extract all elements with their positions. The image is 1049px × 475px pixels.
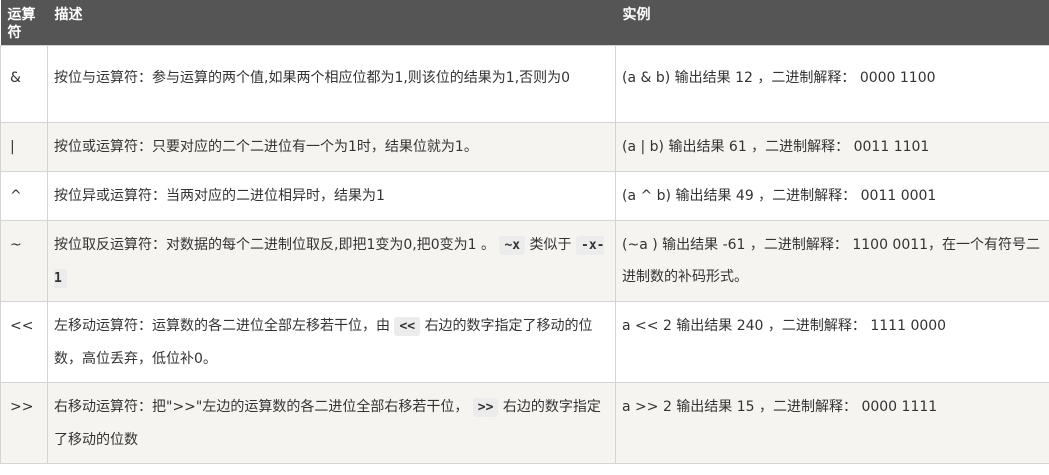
- table-row: | 按位或运算符：只要对应的二个二进位有一个为1时，结果位就为1。 (a | b…: [0, 121, 1049, 172]
- header-description: 描述: [54, 7, 83, 23]
- header-example: 实例: [622, 7, 651, 23]
- example-cell: (a ^ b) 输出结果 49 ，二进制解释： 0011 0001: [615, 170, 1049, 221]
- description-cell: 按位与运算符：参与运算的两个值,如果两个相应位都为1,则该位的结果为1,否则为0: [47, 44, 616, 123]
- example-cell: (a | b) 输出结果 61 ，二进制解释： 0011 1101: [615, 121, 1049, 172]
- example-cell: a >> 2 输出结果 15 ，二进制解释： 0000 1111: [615, 381, 1049, 464]
- bitwise-operators-table: 运算符 描述 实例 & 按位与运算符：参与运算的两个值,如果两个相应位都为1,则…: [0, 0, 1049, 464]
- description-text: 类似于: [529, 236, 572, 253]
- description-cell: 右移动运算符：把">>"左边的运算数的各二进位全部右移若干位， >> 右边的数字…: [47, 381, 616, 464]
- header-operator: 运算符: [7, 7, 36, 41]
- table-header: 运算符 描述 实例: [0, 0, 1049, 45]
- table-row: << 左移动运算符：运算数的各二进位全部左移若干位，由 << 右边的数字指定了移…: [0, 300, 1049, 383]
- inline-code: >>: [472, 397, 499, 417]
- inline-code: <<: [394, 316, 421, 336]
- description-text: 按位取反运算符：对数据的每个二进制位取反,即把1变为0,把0变为1 。: [54, 236, 495, 253]
- description-cell: 按位异或运算符：当两对应的二进位相异时，结果为1: [47, 170, 616, 221]
- example-cell: a << 2 输出结果 240 ，二进制解释： 1111 0000: [615, 300, 1049, 383]
- description-cell: 按位或运算符：只要对应的二个二进位有一个为1时，结果位就为1。: [47, 121, 616, 172]
- inline-code: ~x: [499, 235, 526, 255]
- table-body: & 按位与运算符：参与运算的两个值,如果两个相应位都为1,则该位的结果为1,否则…: [0, 44, 1049, 464]
- operator-cell: &: [0, 44, 48, 123]
- example-cell: (~a ) 输出结果 -61 ，二进制解释： 1100 0011，在一个有符号二…: [615, 219, 1049, 302]
- operator-cell: ^: [0, 170, 48, 221]
- description-cell: 按位取反运算符：对数据的每个二进制位取反,即把1变为0,把0变为1 。 ~x 类…: [47, 219, 616, 302]
- header-row: 运算符 描述 实例: [0, 0, 1049, 45]
- description-text: 右移动运算符：把">>"左边的运算数的各二进位全部右移若干位，: [54, 398, 469, 415]
- operator-cell: <<: [0, 300, 48, 383]
- table-row: ^ 按位异或运算符：当两对应的二进位相异时，结果为1 (a ^ b) 输出结果 …: [0, 170, 1049, 221]
- table-row: >> 右移动运算符：把">>"左边的运算数的各二进位全部右移若干位， >> 右边…: [0, 381, 1049, 464]
- table-row: & 按位与运算符：参与运算的两个值,如果两个相应位都为1,则该位的结果为1,否则…: [0, 44, 1049, 123]
- operator-cell: ~: [0, 219, 48, 302]
- operator-cell: >>: [0, 381, 48, 464]
- table-row: ~ 按位取反运算符：对数据的每个二进制位取反,即把1变为0,把0变为1 。 ~x…: [0, 219, 1049, 302]
- example-cell: (a & b) 输出结果 12 ，二进制解释： 0000 1100: [615, 44, 1049, 123]
- description-text: 左移动运算符：运算数的各二进位全部左移若干位，由: [54, 317, 390, 334]
- description-cell: 左移动运算符：运算数的各二进位全部左移若干位，由 << 右边的数字指定了移动的位…: [47, 300, 616, 383]
- operator-cell: |: [0, 121, 48, 172]
